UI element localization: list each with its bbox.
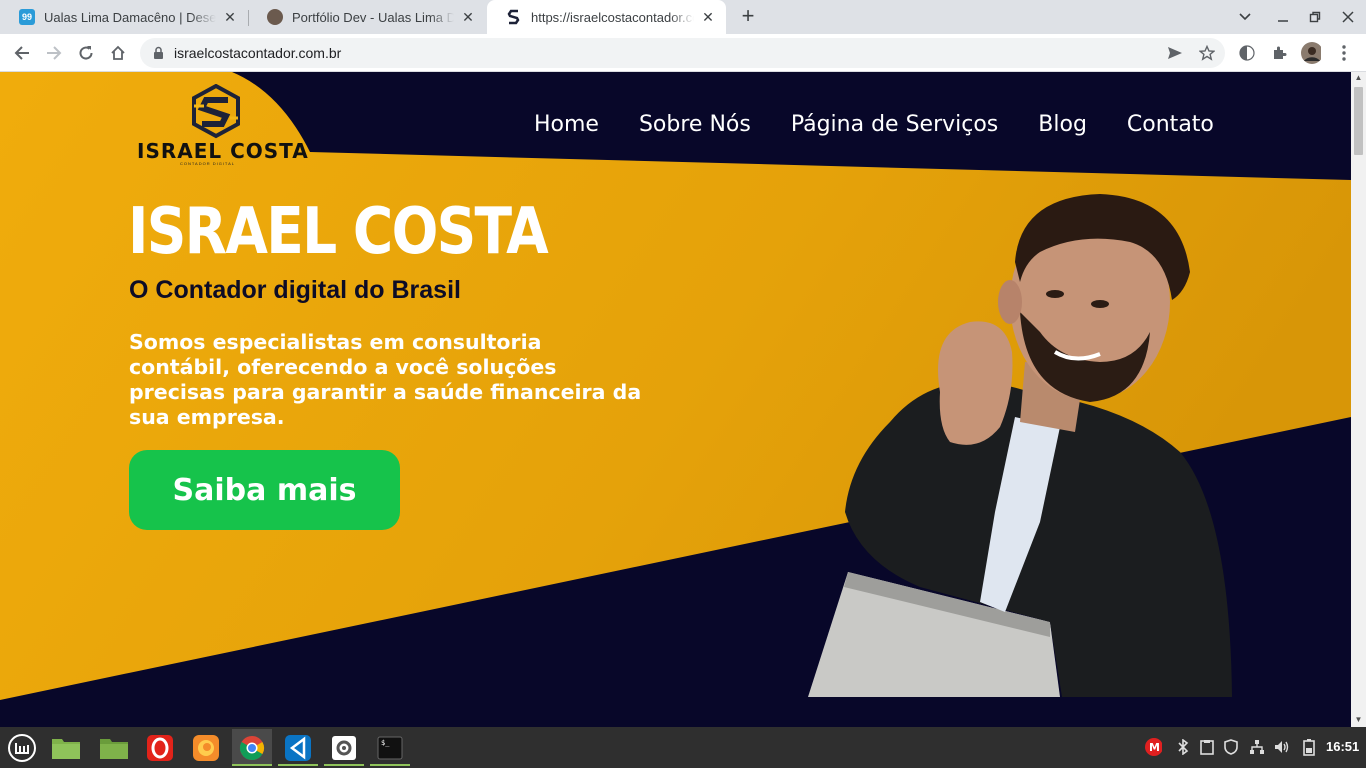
avatar-icon bbox=[267, 9, 283, 25]
hero-person-photo bbox=[808, 194, 1232, 697]
99-badge-icon: 99 bbox=[19, 9, 35, 25]
main-nav: Home Sobre Nós Página de Serviços Blog C… bbox=[534, 112, 1214, 137]
webpage: ISRAEL COSTA CONTADOR DIGITAL Home Sobre… bbox=[0, 72, 1351, 727]
logo-subtext: CONTADOR DIGITAL bbox=[180, 161, 235, 166]
close-icon[interactable]: ✕ bbox=[460, 9, 476, 25]
profile-avatar[interactable] bbox=[1301, 42, 1321, 64]
close-icon[interactable]: ✕ bbox=[222, 9, 238, 25]
tab-ualas-dev[interactable]: 99 Ualas Lima Damacêno | Desenvolvedor ✕ bbox=[0, 0, 248, 34]
running-indicator bbox=[370, 764, 410, 766]
hero-title: ISRAEL COSTA bbox=[128, 195, 549, 269]
page-scrollbar[interactable]: ▲ ▼ bbox=[1351, 72, 1366, 727]
hero-subtitle: O Contador digital do Brasil bbox=[129, 276, 461, 304]
nav-home[interactable]: Home bbox=[534, 112, 599, 137]
tab-israelcosta[interactable]: https://israelcostacontador.com.br ✕ bbox=[487, 0, 726, 34]
send-icon[interactable] bbox=[1167, 45, 1183, 61]
logo-text: ISRAEL COSTA bbox=[137, 139, 309, 163]
chrome-icon[interactable] bbox=[232, 729, 272, 766]
close-window-icon[interactable] bbox=[1336, 6, 1360, 28]
mint-menu-icon[interactable] bbox=[2, 729, 42, 766]
tab-title: Portfólio Dev - Ualas Lima Damacêno bbox=[292, 9, 454, 25]
minimize-icon[interactable] bbox=[1271, 6, 1295, 28]
lock-icon[interactable] bbox=[153, 46, 164, 65]
files-icon[interactable] bbox=[94, 729, 134, 766]
url-text: israelcostacontador.com.br bbox=[174, 45, 342, 61]
new-tab-button[interactable]: + bbox=[736, 5, 760, 29]
svg-text:$_: $_ bbox=[381, 739, 390, 747]
browser-toolbar: israelcostacontador.com.br bbox=[0, 34, 1366, 72]
clock[interactable]: 16:51 bbox=[1326, 739, 1359, 754]
scroll-up-icon[interactable]: ▲ bbox=[1354, 74, 1363, 82]
close-icon[interactable]: ✕ bbox=[700, 9, 716, 25]
tab-title: https://israelcostacontador.com.br bbox=[531, 9, 694, 25]
clipboard-icon[interactable] bbox=[1198, 738, 1216, 756]
nav-servicos[interactable]: Página de Serviços bbox=[791, 112, 998, 137]
running-indicator bbox=[278, 764, 318, 766]
opera-icon[interactable] bbox=[140, 729, 180, 766]
tab-search-icon[interactable] bbox=[1233, 6, 1257, 28]
vscode-icon[interactable] bbox=[278, 729, 318, 766]
taskbar: $_ M 16:51 bbox=[0, 727, 1366, 768]
reload-icon[interactable] bbox=[74, 41, 98, 65]
extensions-icon[interactable] bbox=[1269, 43, 1289, 63]
home-icon[interactable] bbox=[106, 41, 130, 65]
settings-icon[interactable] bbox=[324, 729, 364, 766]
tab-strip: 99 Ualas Lima Damacêno | Desenvolvedor ✕… bbox=[0, 0, 1366, 34]
firefox-icon[interactable] bbox=[186, 729, 226, 766]
shield-icon[interactable] bbox=[1222, 738, 1240, 756]
tab-portfolio[interactable]: Portfólio Dev - Ualas Lima Damacêno ✕ bbox=[248, 0, 486, 34]
volume-icon[interactable] bbox=[1273, 738, 1291, 756]
star-icon[interactable] bbox=[1198, 44, 1216, 61]
running-indicator bbox=[232, 764, 272, 766]
address-bar[interactable]: israelcostacontador.com.br bbox=[140, 38, 1225, 68]
dark-mode-extension-icon[interactable] bbox=[1237, 43, 1257, 63]
restore-icon[interactable] bbox=[1303, 6, 1327, 28]
battery-icon[interactable] bbox=[1300, 738, 1318, 756]
network-icon[interactable] bbox=[1248, 738, 1266, 756]
mail-notifier-icon[interactable]: M bbox=[1144, 738, 1162, 756]
back-icon[interactable] bbox=[10, 41, 34, 65]
saiba-mais-button[interactable]: Saiba mais bbox=[129, 450, 400, 530]
bluetooth-icon[interactable] bbox=[1174, 738, 1192, 756]
folder-icon[interactable] bbox=[46, 729, 86, 766]
scroll-thumb[interactable] bbox=[1354, 87, 1363, 155]
scroll-down-icon[interactable]: ▼ bbox=[1354, 716, 1363, 724]
nav-contato[interactable]: Contato bbox=[1127, 112, 1214, 137]
running-indicator bbox=[324, 764, 364, 766]
menu-kebab-icon[interactable] bbox=[1334, 43, 1354, 63]
forward-icon[interactable] bbox=[42, 41, 66, 65]
svg-text:M: M bbox=[1149, 741, 1160, 754]
hero-description: Somos especialistas em consultoria contá… bbox=[129, 330, 642, 429]
terminal-icon[interactable]: $_ bbox=[370, 729, 410, 766]
nav-sobre-nos[interactable]: Sobre Nós bbox=[639, 112, 751, 137]
nav-blog[interactable]: Blog bbox=[1038, 112, 1087, 137]
tab-title: Ualas Lima Damacêno | Desenvolvedor bbox=[44, 9, 216, 25]
s-logo-icon bbox=[506, 9, 522, 25]
